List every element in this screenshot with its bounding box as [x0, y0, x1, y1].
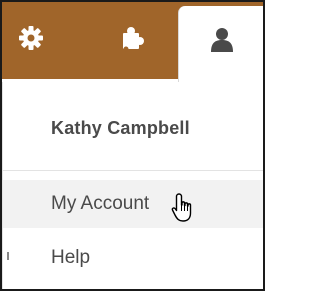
help-label: Help [51, 247, 91, 268]
help-menu-item[interactable]: Help [3, 234, 263, 282]
my-account-menu-item[interactable]: My Account [3, 180, 263, 228]
edge-marker [7, 252, 9, 260]
tab-plugins[interactable] [102, 2, 162, 79]
gear-icon [18, 25, 44, 56]
user-name: Kathy Campbell [51, 118, 190, 138]
tab-bar [2, 2, 263, 86]
tab-settings[interactable] [2, 2, 60, 79]
user-icon [210, 27, 234, 58]
user-dropdown-menu: Kathy Campbell My Account Help [2, 82, 263, 289]
my-account-label: My Account [51, 193, 150, 214]
puzzle-icon [118, 24, 146, 57]
user-menu-frame: Kathy Campbell My Account Help [0, 0, 265, 291]
tab-account[interactable] [178, 6, 263, 86]
menu-divider [3, 170, 263, 171]
